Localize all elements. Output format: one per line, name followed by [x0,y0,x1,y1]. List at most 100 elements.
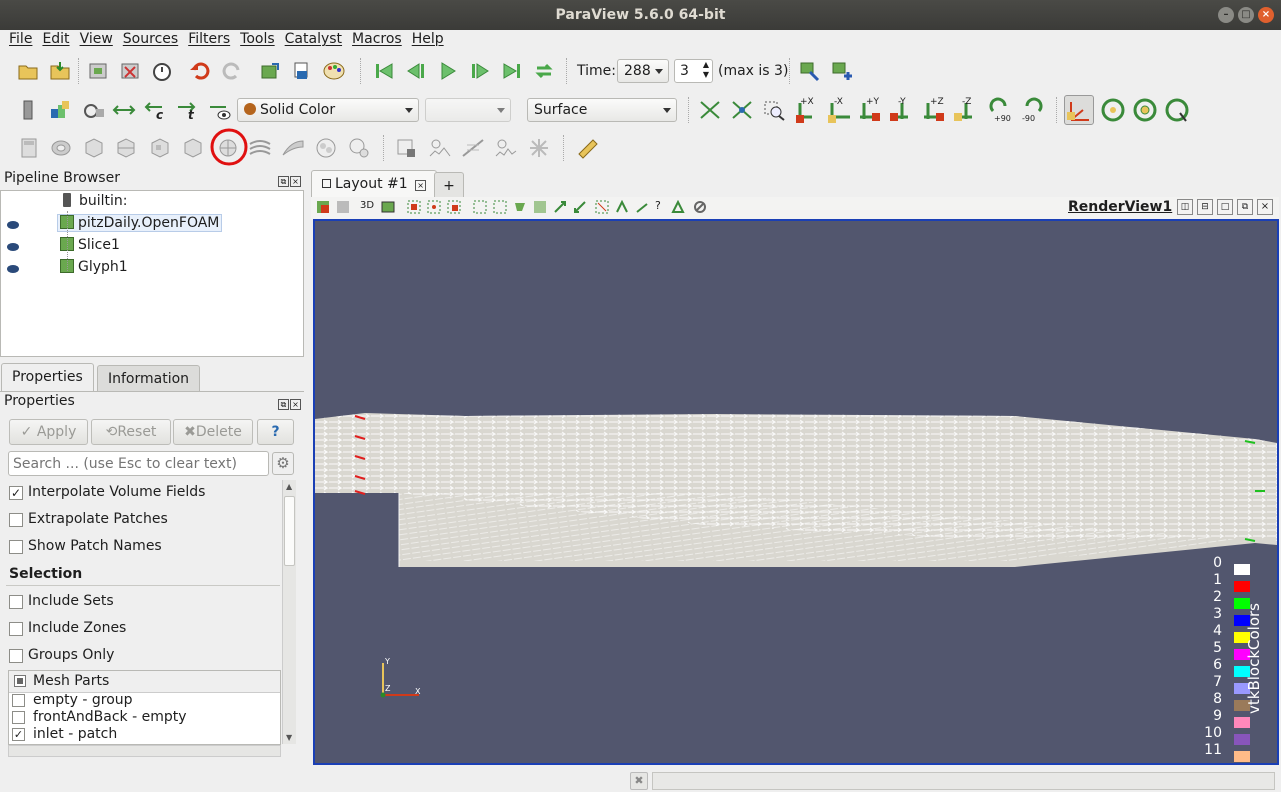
rescale-temporal-icon[interactable]: c [144,99,168,121]
connect-icon[interactable] [86,60,110,82]
clip-icon[interactable] [82,137,106,159]
play-icon[interactable] [436,60,460,82]
edit-animation-icon[interactable] [798,60,822,82]
close-tab-icon[interactable]: × [415,180,427,191]
rescale-visible-icon[interactable]: t [176,99,200,121]
split-horizontal-icon[interactable]: ◫ [1177,199,1193,215]
zoom-to-data-icon[interactable] [730,99,754,121]
pipeline-item-slice1[interactable]: Slice1 [60,237,120,253]
ruler-tool-icon[interactable] [635,200,649,214]
plot-over-line-icon[interactable] [461,137,485,159]
interpolate-volume-checkbox[interactable]: ✓ [9,486,23,500]
query-icon[interactable]: ? [655,199,661,212]
advanced-settings-gear-icon[interactable]: ⚙ [272,452,294,475]
tab-properties[interactable]: Properties [1,363,94,392]
visibility-eye-icon[interactable] [7,265,19,273]
include-sets-checkbox[interactable] [9,595,23,609]
menu-edit[interactable]: Edit [37,30,74,52]
select-points-on-icon[interactable] [336,200,350,214]
groups-only-checkbox[interactable] [9,649,23,663]
maximize-button[interactable]: □ [1238,7,1254,23]
delete-button[interactable]: ✖Delete [173,419,253,445]
visibility-eye-icon[interactable] [7,221,19,229]
tab-layout-1[interactable]: Layout #1 × [311,170,438,198]
maximize-view-icon[interactable]: □ [1217,199,1233,215]
mesh-parts-toggle-all-checkbox[interactable] [14,675,26,687]
reset-center-icon[interactable] [1132,97,1158,123]
show-orientation-axes-button[interactable] [1064,95,1094,125]
redo-icon[interactable] [220,60,244,82]
close-panel-icon[interactable]: × [290,176,301,187]
group-datasets-icon[interactable] [314,137,338,159]
capture-screenshot-icon[interactable] [381,200,395,214]
extrapolate-patches-checkbox[interactable] [9,513,23,527]
disabled-icon[interactable] [693,200,707,214]
reset-camera-icon[interactable] [698,99,722,121]
menu-macros[interactable]: Macros [347,30,407,52]
disconnect-icon[interactable] [118,60,142,82]
probe-icon[interactable] [527,137,551,159]
select-blocks-icon[interactable] [473,200,487,214]
pick-center-icon[interactable] [1164,97,1190,123]
select-cells-surface-icon[interactable] [407,200,421,214]
menu-catalyst[interactable]: Catalyst [280,30,347,52]
polygon-select-icon[interactable] [513,200,527,214]
toggle-3d-button[interactable]: 3D [360,200,374,211]
select-cells-on-icon[interactable] [316,200,330,214]
representation-combo[interactable]: Surface [527,98,677,122]
last-frame-icon[interactable] [500,60,524,82]
interactive-select-cells-icon[interactable] [493,200,507,214]
grow-selection-icon[interactable] [553,200,567,214]
hover-points-icon[interactable] [615,200,629,214]
next-frame-icon[interactable] [468,60,492,82]
select-cells-frustum-icon[interactable] [447,200,461,214]
mesh-part-checkbox[interactable] [12,694,25,707]
apply-button[interactable]: ✓ Apply [9,419,88,445]
menu-file[interactable]: File [4,30,37,52]
scrollbar-thumb[interactable] [284,496,295,566]
find-data-view-icon[interactable] [671,200,685,214]
calculator-icon[interactable] [17,137,41,159]
select-points-surface-icon[interactable] [427,200,441,214]
extract-selection-icon[interactable] [395,137,419,159]
slice-icon[interactable] [114,137,138,159]
menu-filters[interactable]: Filters [183,30,235,52]
previous-frame-icon[interactable] [404,60,428,82]
component-combo[interactable] [425,98,511,122]
show-patch-names-checkbox[interactable] [9,540,23,554]
mesh-part-checkbox[interactable] [12,711,25,724]
menu-tools[interactable]: Tools [235,30,280,52]
properties-scrollbar[interactable]: ▲ ▼ [282,480,296,744]
split-vertical-icon[interactable]: ⊟ [1197,199,1213,215]
include-zones-checkbox[interactable] [9,622,23,636]
loop-icon[interactable] [532,60,556,82]
menu-help[interactable]: Help [407,30,449,52]
menu-view[interactable]: View [75,30,118,52]
reset-range-icon[interactable] [82,99,106,121]
color-palette-icon[interactable] [322,60,346,82]
restore-view-icon[interactable]: ⧉ [1237,199,1253,215]
threshold-icon[interactable] [148,137,172,159]
load-state-icon[interactable] [48,60,72,82]
clear-progress-icon[interactable]: ✖ [630,772,648,790]
color-by-combo[interactable]: Solid Color [237,98,419,122]
find-data-icon[interactable] [290,60,314,82]
extract-subset-icon[interactable] [181,137,205,159]
menu-sources[interactable]: Sources [118,30,183,52]
open-file-icon[interactable] [16,60,40,82]
first-frame-icon[interactable] [372,60,396,82]
tab-information[interactable]: Information [97,365,201,391]
edit-color-map-icon[interactable] [48,99,72,121]
properties-search-input[interactable] [8,451,269,476]
plot-over-time-icon[interactable] [494,137,518,159]
rescale-custom-icon[interactable] [112,99,136,121]
float-panel-icon[interactable]: ⧉ [278,176,289,187]
pipeline-item-pitzdaily[interactable]: pitzDaily.OpenFOAM [57,214,223,232]
mesh-part-checkbox[interactable]: ✓ [12,728,25,741]
shrink-selection-icon[interactable] [573,200,587,214]
warp-by-vector-icon[interactable] [281,137,305,159]
time-index-spinbox[interactable]: 3 ▲ ▼ [674,59,713,83]
add-camera-icon[interactable] [830,60,854,82]
close-button[interactable]: × [1258,7,1274,23]
ruler-icon[interactable] [576,137,600,159]
